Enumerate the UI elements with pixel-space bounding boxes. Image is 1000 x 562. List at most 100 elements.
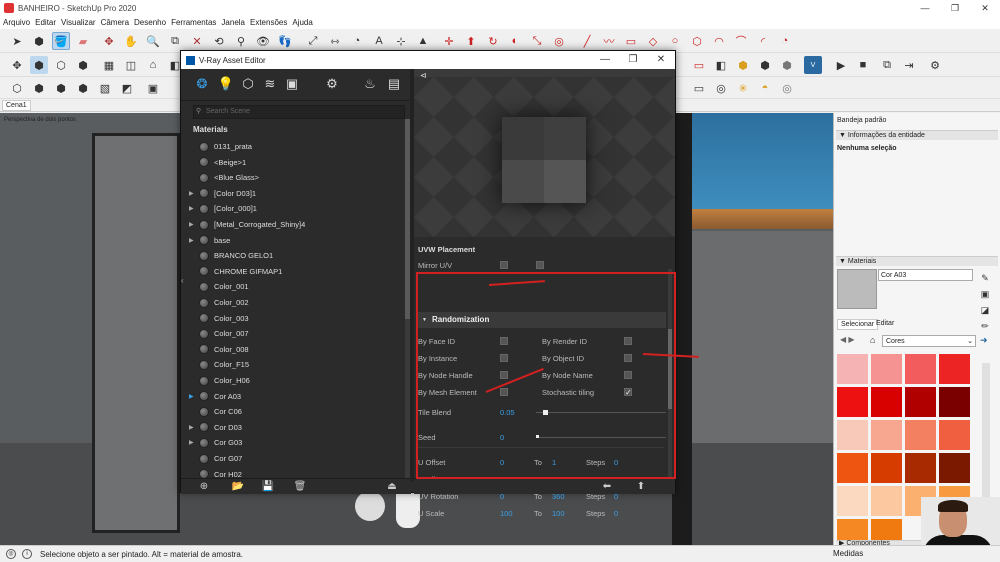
zoom-extents-icon[interactable]: ✕	[188, 32, 206, 50]
arrow-up-icon[interactable]: ⬆	[634, 481, 648, 493]
menu-visualizar[interactable]: Visualizar	[61, 18, 96, 27]
material-list-item[interactable]: ▶ Cor D03	[189, 420, 399, 435]
save-icon[interactable]: 💾	[261, 481, 275, 493]
hidden-line-icon[interactable]: ⬢	[30, 79, 48, 97]
axes-icon[interactable]: ⊹	[392, 32, 410, 50]
material-list-item[interactable]: ▶ [Metal_Corrogated_Shiny]4	[189, 217, 399, 232]
u-scale-from[interactable]: 100	[500, 506, 513, 521]
section-plane-icon[interactable]: ▭	[690, 56, 708, 74]
tab-selecionar[interactable]: Selecionar	[837, 319, 879, 330]
color-swatch[interactable]	[837, 420, 868, 450]
move-large-icon[interactable]: ✥	[8, 56, 26, 74]
material-list-item[interactable]: Color_001	[189, 279, 399, 294]
material-list-item[interactable]: <Blue Glass>	[189, 170, 399, 185]
vray-mesh-icon[interactable]: ◎	[778, 79, 796, 97]
expand-arrow-icon[interactable]: ▶	[189, 393, 199, 400]
expand-arrow-icon[interactable]: ▶	[189, 221, 199, 228]
delete-icon[interactable]: 🗑	[293, 481, 307, 493]
monochrome-icon[interactable]: ▧	[96, 79, 114, 97]
menu-editar[interactable]: Editar	[35, 18, 56, 27]
tab-editar[interactable]: Editar	[876, 320, 894, 327]
rotate-icon[interactable]: ↻	[484, 32, 502, 50]
search-scene-input[interactable]: Search Scene	[193, 105, 405, 119]
close-button[interactable]: ✕	[970, 0, 1000, 16]
scene-tab[interactable]: Cena1	[2, 100, 31, 111]
right-view-icon[interactable]: ▦	[100, 56, 118, 74]
export-icon[interactable]: ⇥	[900, 56, 918, 74]
color-swatch[interactable]	[905, 453, 936, 483]
color-swatch[interactable]	[871, 420, 902, 450]
material-list-item[interactable]: BRANCO GELO1	[189, 248, 399, 263]
vray-light-rect-icon[interactable]: ▭	[690, 79, 708, 97]
arrow-left-icon[interactable]: ⬅	[600, 481, 614, 493]
vray-light-sphere-icon[interactable]: ◎	[712, 79, 730, 97]
material-list-item[interactable]: Cor C06	[189, 404, 399, 419]
move-icon[interactable]: ✛	[440, 32, 458, 50]
vray-interactive-icon[interactable]: ⬢	[756, 56, 774, 74]
select-tool-icon[interactable]: ➤	[8, 32, 26, 50]
color-swatch[interactable]	[837, 453, 868, 483]
walk-icon[interactable]: 👣	[276, 32, 294, 50]
material-list-item[interactable]: ▶ base	[189, 233, 399, 248]
tape-measure-icon[interactable]: ⤢	[304, 32, 322, 50]
color-swatch[interactable]	[871, 354, 902, 384]
position-camera-icon[interactable]: ⚲	[232, 32, 250, 50]
text-tool-icon[interactable]: A	[370, 32, 388, 50]
pie-icon[interactable]: ◔	[776, 32, 794, 50]
rectangle-icon[interactable]: ▭	[622, 32, 640, 50]
vray-lumen-icon[interactable]: V	[804, 56, 822, 74]
shaded-textures-icon[interactable]: ⬢	[74, 79, 92, 97]
frame-buffer-icon[interactable]: ▤	[385, 75, 403, 93]
follow-me-icon[interactable]: ◐	[506, 32, 524, 50]
menu-camera[interactable]: Câmera	[101, 18, 129, 27]
layers-category-icon[interactable]: ≋	[261, 75, 279, 93]
vray-light-sun-icon[interactable]: ✳	[734, 79, 752, 97]
xray-icon[interactable]: ◧	[712, 56, 730, 74]
scale-icon[interactable]: ⤡	[528, 32, 546, 50]
vray-cloud-icon[interactable]: ⬢	[778, 56, 796, 74]
color-swatch[interactable]	[871, 387, 902, 417]
eraser-icon[interactable]: ▰	[74, 32, 92, 50]
home-icon[interactable]: ⌂	[144, 56, 162, 74]
home-library-icon[interactable]: ⌂	[870, 335, 875, 345]
sandbox-icon[interactable]: ◩	[118, 79, 136, 97]
wireframe-icon[interactable]: ⬡	[8, 79, 26, 97]
material-list-item[interactable]: Cor G07	[189, 451, 399, 466]
preview-toggle-icon[interactable]: ⊲	[420, 71, 427, 80]
color-swatch[interactable]	[905, 387, 936, 417]
material-list-item[interactable]: <Beige>1	[189, 155, 399, 170]
add-material-icon[interactable]: ⊕	[197, 481, 211, 493]
offset-icon[interactable]: ◎	[550, 32, 568, 50]
expand-arrow-icon[interactable]: ▶	[189, 424, 199, 431]
menu-extensoes[interactable]: Extensões	[250, 18, 287, 27]
color-swatch[interactable]	[939, 420, 970, 450]
orbit-icon[interactable]: ✥	[100, 32, 118, 50]
zoom-window-icon[interactable]: ⧉	[166, 32, 184, 50]
open-folder-icon[interactable]: 📂	[231, 481, 245, 493]
teapot-render-icon[interactable]: ♨	[361, 75, 379, 93]
expand-arrow-icon[interactable]: ▶	[189, 205, 199, 212]
expand-arrow-icon[interactable]: ▶	[189, 190, 199, 197]
menu-janela[interactable]: Janela	[221, 18, 245, 27]
material-list-item[interactable]: Color_007	[189, 326, 399, 341]
iso-view-icon[interactable]: ⬢	[30, 56, 48, 74]
vray-render-icon[interactable]: ⬢	[734, 56, 752, 74]
material-list-item[interactable]: Color_F15	[189, 357, 399, 372]
play-icon[interactable]: ▶	[832, 56, 850, 74]
materials-category-icon[interactable]: ❂	[193, 75, 211, 93]
menu-arquivo[interactable]: Arquivo	[3, 18, 30, 27]
menu-ferramentas[interactable]: Ferramentas	[171, 18, 216, 27]
u-scale-to[interactable]: 100	[552, 506, 565, 521]
polygon-icon[interactable]: ⬡	[688, 32, 706, 50]
menu-desenho[interactable]: Desenho	[134, 18, 166, 27]
push-pull-icon[interactable]: ⬆	[462, 32, 480, 50]
previous-view-icon[interactable]: ⟲	[210, 32, 228, 50]
arc-icon[interactable]: ◠	[710, 32, 728, 50]
3d-text-icon[interactable]: ▲	[414, 32, 432, 50]
entity-info-header[interactable]: ▼ Informações da entidade	[836, 130, 998, 140]
shaded-icon[interactable]: ⬢	[52, 79, 70, 97]
color-swatch[interactable]	[939, 453, 970, 483]
two-point-arc-icon[interactable]: ⌒	[732, 32, 750, 50]
settings-gear-icon[interactable]: ⚙	[323, 75, 341, 93]
material-list-item[interactable]: ▶ [Color_000]1	[189, 201, 399, 216]
